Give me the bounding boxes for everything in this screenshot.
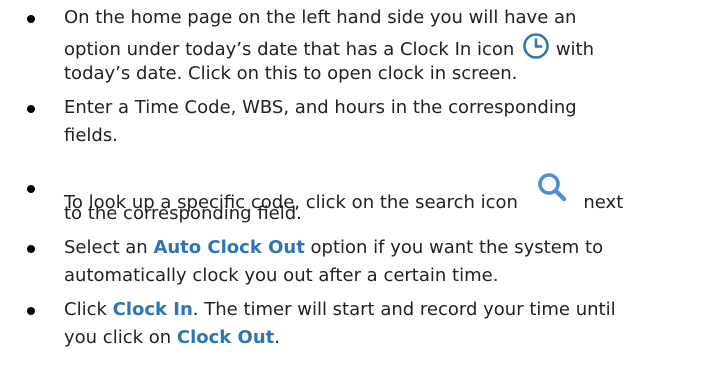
bullet-icon (27, 185, 35, 193)
bullet-icon (27, 105, 35, 113)
search-icon (534, 172, 574, 202)
item4-line2: automatically clock you out after a cert… (64, 265, 499, 286)
auto-clock-out-keyword: Auto Clock Out (153, 237, 305, 258)
item1-line1: On the home page on the left hand side y… (64, 7, 577, 28)
bullet-icon (27, 15, 35, 23)
item-line: Select an Auto Clock Out option if you w… (64, 234, 684, 262)
item5-line1-pre: Click (64, 299, 107, 320)
item-line: today’s date. Click on this to open cloc… (64, 60, 684, 88)
item-line: Enter a Time Code, WBS, and hours in the… (64, 94, 684, 122)
item1-line2-tail: with (555, 39, 595, 60)
item1-line2-text: option under today’s date that has a Clo… (64, 39, 515, 60)
instruction-list: On the home page on the left hand side y… (0, 0, 703, 371)
clock-in-keyword: Clock In (112, 299, 193, 320)
item-line: automatically clock you out after a cert… (64, 262, 684, 290)
item5-line1-post: . The timer will start and record your t… (192, 299, 616, 320)
item-line: fields. (64, 122, 684, 150)
item3-line2: to the corresponding field. (64, 203, 302, 224)
clock-icon (522, 32, 550, 60)
item-line: On the home page on the left hand side y… (64, 4, 684, 32)
item5-line2-post: . (274, 327, 280, 348)
bullet-icon (27, 307, 35, 315)
clock-out-keyword: Clock Out (176, 327, 275, 348)
bullet-icon (27, 245, 35, 253)
item4-line1-post: option if you want the system to (310, 237, 604, 258)
item1-line3: today’s date. Click on this to open cloc… (64, 63, 518, 84)
item-line: to the corresponding field. (64, 200, 684, 228)
item-line: Click Clock In. The timer will start and… (64, 296, 684, 324)
item2-line2: fields. (64, 125, 118, 146)
item2-line1: Enter a Time Code, WBS, and hours in the… (64, 97, 577, 118)
item-line: you click on Clock Out. (64, 324, 684, 352)
item5-line2-pre: you click on (64, 327, 172, 348)
item4-line1-pre: Select an (64, 237, 148, 258)
